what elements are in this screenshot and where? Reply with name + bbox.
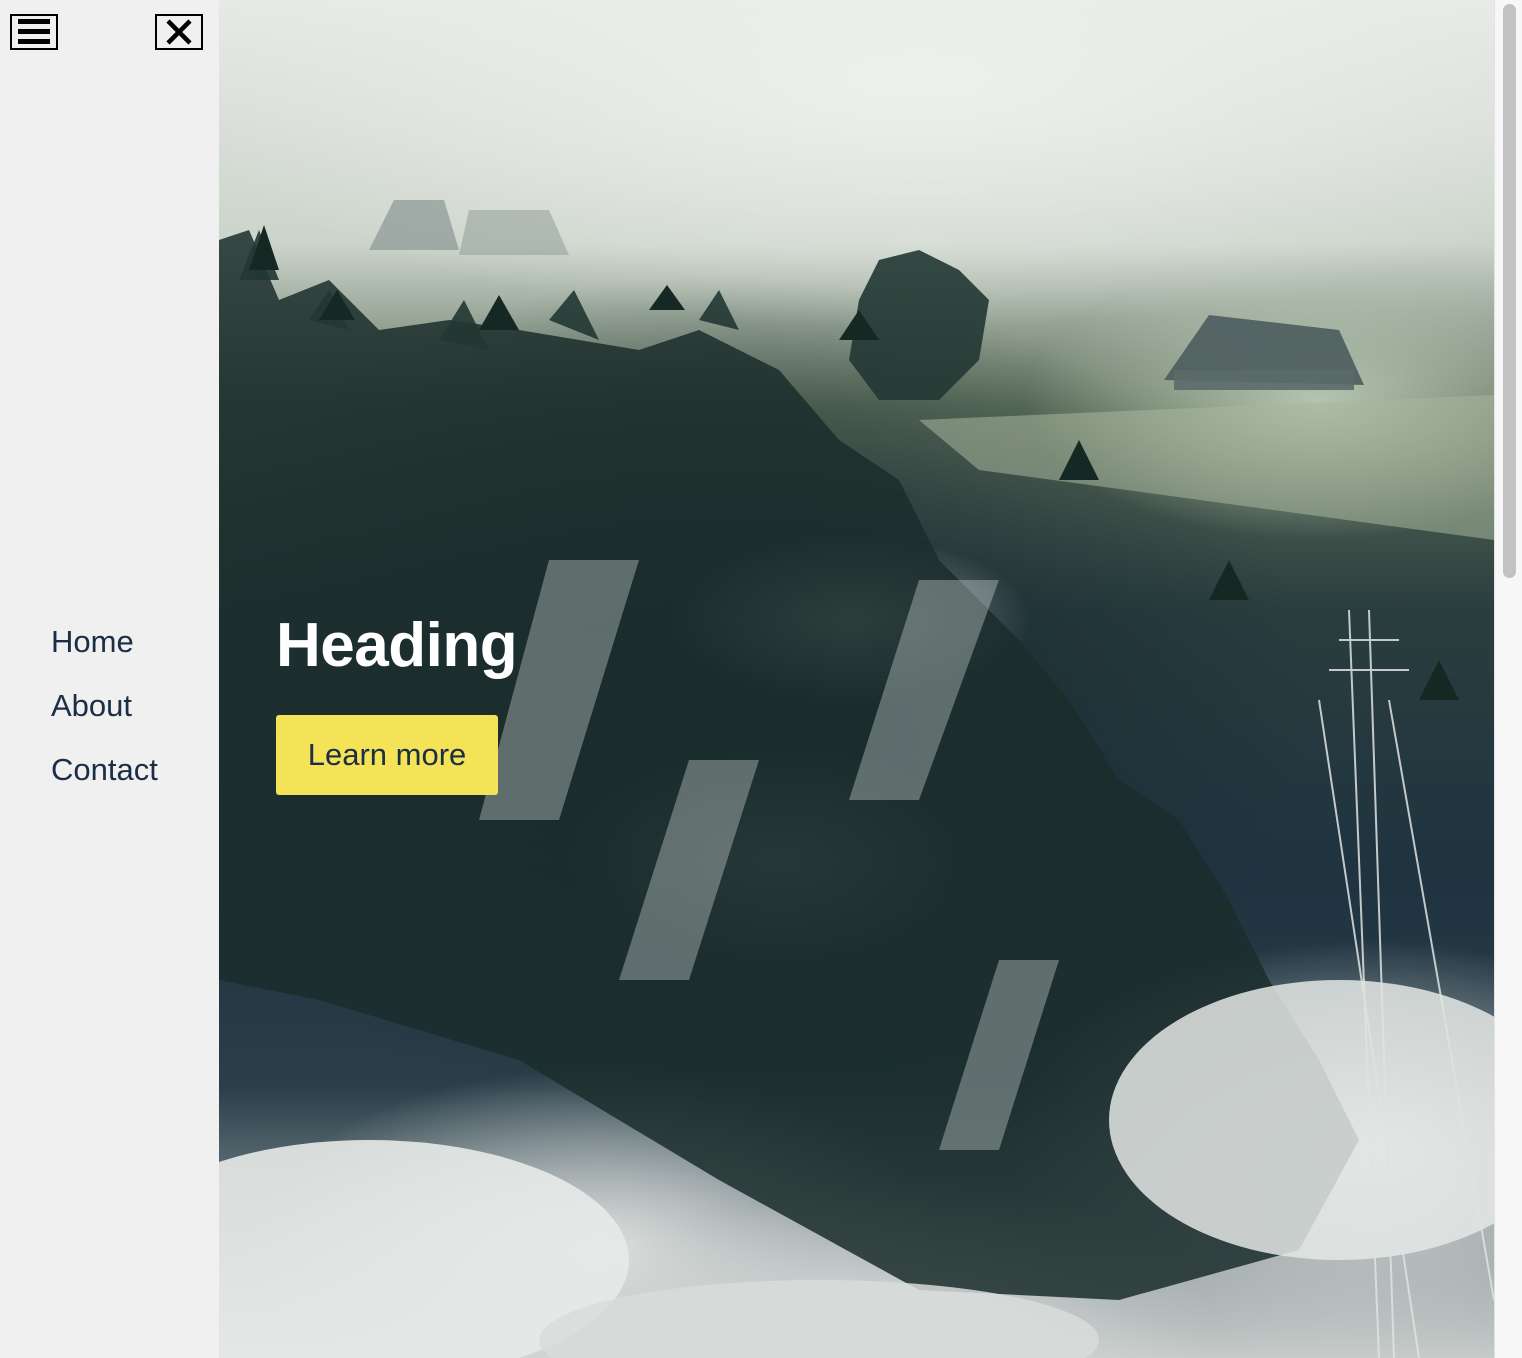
page: Home About Contact Heading Learn more <box>0 0 1522 1358</box>
scrollbar-thumb[interactable] <box>1503 4 1516 578</box>
vertical-scrollbar[interactable] <box>1494 0 1522 1358</box>
hero-section: Heading Learn more <box>219 0 1494 1358</box>
nav-item-contact[interactable]: Contact <box>51 738 158 802</box>
menu-toggle-button[interactable] <box>10 14 58 50</box>
nav-item-about[interactable]: About <box>51 674 158 738</box>
hero-heading: Heading <box>276 611 518 680</box>
sidebar-nav: Home About Contact <box>51 610 158 802</box>
learn-more-button[interactable]: Learn more <box>276 715 498 795</box>
close-menu-button[interactable] <box>155 14 203 50</box>
close-icon <box>166 19 192 45</box>
sidebar: Home About Contact <box>0 0 219 1358</box>
nav-item-home[interactable]: Home <box>51 610 158 674</box>
